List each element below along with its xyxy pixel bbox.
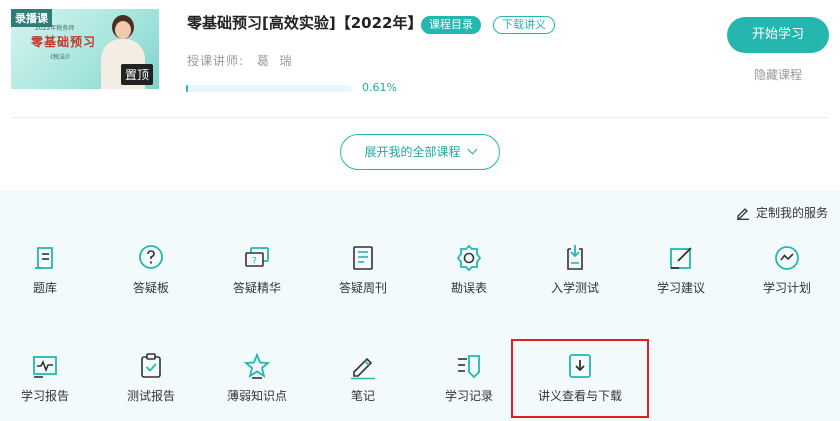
customize-service-link[interactable]: 定制我的服务: [736, 204, 828, 221]
pin-top-button[interactable]: 置顶: [120, 64, 153, 85]
edit-icon: [736, 207, 749, 220]
tool-label: 学习报告: [20, 389, 69, 403]
teacher-label: 授课讲师:: [187, 54, 245, 68]
course-catalog-badge[interactable]: 课程目录: [421, 16, 481, 34]
qa-highlights-icon: ?: [245, 247, 269, 267]
tool-weak-points[interactable]: 薄弱知识点: [207, 352, 307, 408]
tool-qa-board[interactable]: 答疑板: [101, 244, 201, 300]
errata-icon: [456, 244, 482, 272]
course-thumbnail[interactable]: 录播课 2022年税务师 零基础预习 《税法Ⅰ》 置顶: [11, 9, 159, 89]
chevron-down-icon: [467, 144, 477, 155]
tool-test-report[interactable]: 测试报告: [101, 352, 201, 408]
start-learning-button[interactable]: 开始学习: [727, 17, 829, 53]
tool-label: 答疑精华: [232, 281, 281, 295]
weak-points-icon: [243, 352, 271, 379]
tool-errata[interactable]: 勘误表: [419, 244, 519, 300]
tool-study-plan[interactable]: 学习计划: [737, 244, 837, 300]
tool-label: 答疑板: [132, 281, 169, 295]
qa-board-icon: [139, 245, 163, 269]
expand-all-courses-label: 展开我的全部课程: [364, 145, 461, 159]
divider: [12, 117, 828, 118]
customize-service-label: 定制我的服务: [755, 206, 828, 220]
study-plan-icon: [775, 246, 799, 270]
tool-question-bank[interactable]: 题库: [0, 244, 95, 300]
course-card: 录播课 2022年税务师 零基础预习 《税法Ⅰ》 置顶 零基础预习[高效实验]【…: [0, 0, 840, 120]
tool-qa-weekly[interactable]: 答疑周刊: [313, 244, 413, 300]
tool-notes[interactable]: 笔记: [313, 352, 413, 408]
thumbnail-title: 零基础预习: [31, 35, 97, 49]
notes-icon: [351, 357, 375, 380]
entrance-test-icon: [567, 245, 583, 270]
teacher-name: 葛 瑞: [256, 54, 293, 68]
tool-qa-highlights[interactable]: ? 答疑精华: [207, 244, 307, 300]
svg-text:?: ?: [252, 257, 257, 267]
tool-label: 入学测试: [550, 281, 599, 295]
thumbnail-year: 2022年税务师: [35, 25, 75, 32]
thumbnail-subtitle: 《税法Ⅰ》: [47, 54, 73, 61]
tool-label: 学习建议: [656, 281, 705, 295]
tool-label: 学习计划: [762, 281, 811, 295]
tool-entrance-test[interactable]: 入学测试: [525, 244, 625, 300]
tool-label: 测试报告: [126, 389, 175, 403]
tool-label: 薄弱知识点: [226, 389, 287, 403]
study-advice-icon: [670, 247, 692, 269]
tool-study-advice[interactable]: 学习建议: [631, 244, 731, 300]
course-title[interactable]: 零基础预习[高效实验]【2022年】: [187, 12, 422, 33]
expand-all-courses-button[interactable]: 展开我的全部课程: [340, 134, 500, 170]
tool-study-report[interactable]: 学习报告: [0, 352, 95, 408]
progress-text: 0.61%: [362, 81, 397, 94]
study-report-icon: [33, 356, 57, 378]
study-record-icon: [458, 355, 480, 379]
highlight-box: [511, 339, 649, 418]
teacher-info: 授课讲师: 葛 瑞: [187, 52, 293, 69]
question-bank-icon: [35, 247, 53, 269]
tool-label: 笔记: [350, 389, 375, 403]
hide-course-link[interactable]: 隐藏课程: [727, 66, 829, 83]
tool-label: 答疑周刊: [338, 281, 387, 295]
tool-label: 题库: [32, 281, 57, 295]
download-handout-badge[interactable]: 下载讲义: [493, 16, 555, 34]
progress-fill: [186, 85, 188, 92]
qa-weekly-icon: [353, 246, 373, 270]
progress-bar: [186, 85, 352, 92]
tool-label: 勘误表: [450, 281, 487, 295]
tool-label: 学习记录: [444, 389, 493, 403]
test-report-icon: [141, 353, 161, 378]
tool-study-record[interactable]: 学习记录: [419, 352, 519, 408]
